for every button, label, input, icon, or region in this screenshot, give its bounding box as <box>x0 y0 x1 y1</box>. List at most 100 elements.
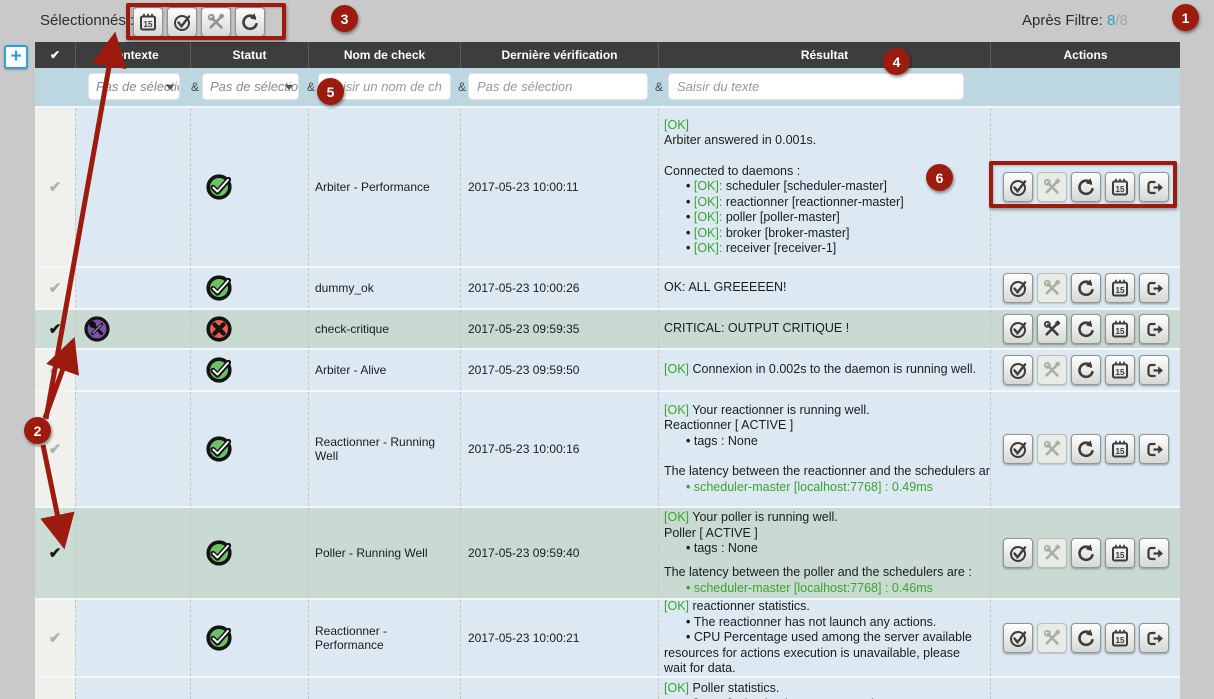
statut-filter-dropdown[interactable]: Pas de sélection <box>202 73 299 100</box>
status-ok-icon <box>204 172 234 202</box>
status-cell <box>190 678 308 699</box>
after-filter-total: /8 <box>1115 12 1128 29</box>
contexte-cell <box>75 508 190 598</box>
table-row: ✔ Poller - Running Well 2017-05-23 09:59… <box>35 506 1180 598</box>
acknowledge-button[interactable] <box>1003 273 1033 303</box>
recheck-button[interactable] <box>1071 172 1101 202</box>
table-header-row: ✔ Contexte Statut Nom de check Dernière … <box>35 42 1180 68</box>
forward-button[interactable] <box>1139 538 1169 568</box>
actions-cell <box>990 268 1180 308</box>
contexte-cell <box>75 600 190 676</box>
row-select-checkbox[interactable] <box>35 678 75 699</box>
check-mark-icon: ✔ <box>49 440 62 458</box>
annotation-callout-1: 1 <box>1172 4 1199 31</box>
annotation-callout-6: 6 <box>926 164 953 191</box>
check-name: Reactionner - Running Well <box>308 392 460 506</box>
recheck-button[interactable] <box>235 7 265 37</box>
downtime-calendar-button[interactable] <box>1105 314 1135 344</box>
status-ok-icon <box>204 355 234 385</box>
top-bar: Sélectionnés : 2 Après Filtre: 8/8 <box>0 0 1214 42</box>
fix-button <box>1037 273 1067 303</box>
fix-button[interactable] <box>201 7 231 37</box>
fix-button <box>1037 434 1067 464</box>
acknowledge-button[interactable] <box>1003 538 1033 568</box>
acknowledge-button[interactable] <box>1003 623 1033 653</box>
selected-label: Sélectionnés : <box>40 12 134 29</box>
check-name: check-critique <box>308 310 460 348</box>
recheck-button[interactable] <box>1071 623 1101 653</box>
chevron-down-icon <box>166 85 174 90</box>
check-name <box>308 678 460 699</box>
row-select-checkbox[interactable]: ✔ <box>35 508 75 598</box>
fix-button[interactable] <box>1037 314 1067 344</box>
downtime-calendar-button[interactable] <box>1105 355 1135 385</box>
contexte-cell <box>75 392 190 506</box>
status-ok-icon <box>204 434 234 464</box>
actions-cell <box>990 310 1180 348</box>
last-check-time: 2017-05-23 09:59:40 <box>460 508 658 598</box>
row-select-checkbox[interactable]: ✔ <box>35 350 75 390</box>
row-select-checkbox[interactable]: ✔ <box>35 268 75 308</box>
check-mark-icon: ✔ <box>49 361 62 379</box>
row-select-checkbox[interactable]: ✔ <box>35 392 75 506</box>
forward-button[interactable] <box>1139 434 1169 464</box>
acknowledge-button[interactable] <box>1003 434 1033 464</box>
contexte-filter-dropdown[interactable]: Pas de sélection <box>88 73 180 100</box>
downtime-calendar-button[interactable] <box>1105 623 1135 653</box>
acknowledge-button[interactable] <box>1003 314 1033 344</box>
recheck-button[interactable] <box>1071 355 1101 385</box>
result-cell: [OK] Connexion in 0.002s to the daemon i… <box>658 350 990 390</box>
forward-button[interactable] <box>1139 172 1169 202</box>
filter-row: Pas de sélection & Pas de sélection & & … <box>35 68 1180 106</box>
acknowledge-button[interactable] <box>1003 172 1033 202</box>
table-row: ✔ Reactionner - Performance 2017-05-23 1… <box>35 598 1180 676</box>
downtime-calendar-button[interactable] <box>133 7 163 37</box>
status-cell <box>190 508 308 598</box>
header-statut: Statut <box>190 42 308 68</box>
selected-count: Sélectionnés : 2 <box>40 12 147 29</box>
status-cell <box>190 350 308 390</box>
forward-button[interactable] <box>1139 623 1169 653</box>
downtime-calendar-button[interactable] <box>1105 172 1135 202</box>
filter-and-separator: & <box>191 80 199 94</box>
forward-button[interactable] <box>1139 355 1169 385</box>
check-name: Arbiter - Performance <box>308 108 460 266</box>
row-select-checkbox[interactable]: ✔ <box>35 600 75 676</box>
header-derniere-verification: Dernière vérification <box>460 42 658 68</box>
result-cell: [OK] Your reactionner is running well. R… <box>658 392 990 506</box>
bulk-actions-toolbar <box>133 7 265 37</box>
actions-cell <box>990 508 1180 598</box>
recheck-button[interactable] <box>1071 273 1101 303</box>
actions-cell <box>990 350 1180 390</box>
check-mark-icon: ✔ <box>49 320 62 338</box>
add-filter-button[interactable]: + <box>4 45 28 69</box>
acknowledge-button[interactable] <box>1003 355 1033 385</box>
check-name: Reactionner - Performance <box>308 600 460 676</box>
after-filter-label: Après Filtre: <box>1022 12 1103 29</box>
forward-button[interactable] <box>1139 314 1169 344</box>
result-cell: [OK] Poller statistics. [ 0.22 ] Checks … <box>658 678 990 699</box>
context-tools-icon <box>82 314 112 344</box>
status-ok-icon <box>204 538 234 568</box>
check-mark-icon: ✔ <box>49 629 62 647</box>
result-cell: OK: ALL GREEEEEN! <box>658 268 990 308</box>
downtime-calendar-button[interactable] <box>1105 273 1135 303</box>
check-name: dummy_ok <box>308 268 460 308</box>
row-select-checkbox[interactable]: ✔ <box>35 310 75 348</box>
filter-and-separator: & <box>458 80 466 94</box>
last-check-filter-input[interactable] <box>468 73 648 100</box>
check-name: Poller - Running Well <box>308 508 460 598</box>
table-row: ✔ check-critique 2017-05-23 09:59:35 CRI… <box>35 308 1180 348</box>
after-filter-count: Après Filtre: 8/8 <box>1022 12 1128 29</box>
result-filter-input[interactable] <box>668 73 964 100</box>
recheck-button[interactable] <box>1071 434 1101 464</box>
downtime-calendar-button[interactable] <box>1105 538 1135 568</box>
downtime-calendar-button[interactable] <box>1105 434 1135 464</box>
actions-cell <box>990 392 1180 506</box>
recheck-button[interactable] <box>1071 314 1101 344</box>
forward-button[interactable] <box>1139 273 1169 303</box>
acknowledge-button[interactable] <box>167 7 197 37</box>
recheck-button[interactable] <box>1071 538 1101 568</box>
row-select-checkbox[interactable]: ✔ <box>35 108 75 266</box>
actions-cell <box>990 678 1180 699</box>
